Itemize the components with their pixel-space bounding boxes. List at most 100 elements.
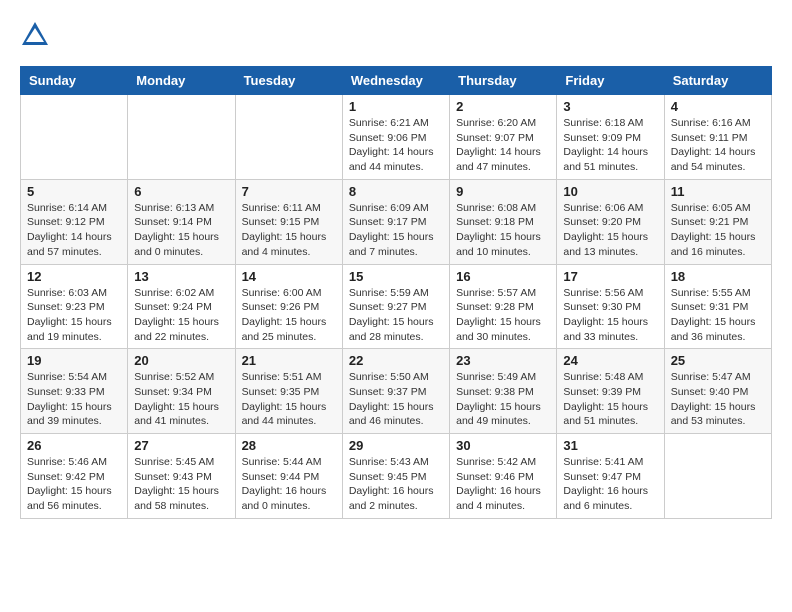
day-number: 15 (349, 269, 443, 284)
day-number: 9 (456, 184, 550, 199)
day-info: Sunrise: 5:44 AMSunset: 9:44 PMDaylight:… (242, 455, 336, 514)
day-info: Sunrise: 5:59 AMSunset: 9:27 PMDaylight:… (349, 286, 443, 345)
day-info: Sunrise: 5:54 AMSunset: 9:33 PMDaylight:… (27, 370, 121, 429)
day-cell (128, 95, 235, 180)
day-cell: 7 Sunrise: 6:11 AMSunset: 9:15 PMDaylight… (235, 179, 342, 264)
day-cell: 13 Sunrise: 6:02 AMSunset: 9:24 PMDayligh… (128, 264, 235, 349)
weekday-header-wednesday: Wednesday (342, 67, 449, 95)
week-row-1: 5 Sunrise: 6:14 AMSunset: 9:12 PMDaylight… (21, 179, 772, 264)
day-number: 31 (563, 438, 657, 453)
day-info: Sunrise: 6:03 AMSunset: 9:23 PMDaylight:… (27, 286, 121, 345)
day-number: 3 (563, 99, 657, 114)
weekday-header-sunday: Sunday (21, 67, 128, 95)
day-number: 18 (671, 269, 765, 284)
day-cell: 10Sunrise: 6:06 AMSunset: 9:20 PMDayligh… (557, 179, 664, 264)
day-cell: 8 Sunrise: 6:09 AMSunset: 9:17 PMDaylight… (342, 179, 449, 264)
day-cell: 5 Sunrise: 6:14 AMSunset: 9:12 PMDaylight… (21, 179, 128, 264)
day-info: Sunrise: 5:45 AMSunset: 9:43 PMDaylight:… (134, 455, 228, 514)
day-info: Sunrise: 6:09 AMSunset: 9:17 PMDaylight:… (349, 201, 443, 260)
weekday-header-monday: Monday (128, 67, 235, 95)
day-number: 16 (456, 269, 550, 284)
day-cell: 9 Sunrise: 6:08 AMSunset: 9:18 PMDaylight… (450, 179, 557, 264)
day-number: 29 (349, 438, 443, 453)
day-cell: 11 Sunrise: 6:05 AMSunset: 9:21 PMDayligh… (664, 179, 771, 264)
day-cell: 2 Sunrise: 6:20 AMSunset: 9:07 PMDaylight… (450, 95, 557, 180)
day-number: 7 (242, 184, 336, 199)
day-number: 13 (134, 269, 228, 284)
day-info: Sunrise: 6:21 AMSunset: 9:06 PMDaylight:… (349, 116, 443, 175)
day-cell: 25Sunrise: 5:47 AMSunset: 9:40 PMDayligh… (664, 349, 771, 434)
day-number: 22 (349, 353, 443, 368)
day-cell: 22Sunrise: 5:50 AMSunset: 9:37 PMDayligh… (342, 349, 449, 434)
day-info: Sunrise: 5:56 AMSunset: 9:30 PMDaylight:… (563, 286, 657, 345)
weekday-header-tuesday: Tuesday (235, 67, 342, 95)
weekday-header-row: SundayMondayTuesdayWednesdayThursdayFrid… (21, 67, 772, 95)
day-cell: 24 Sunrise: 5:48 AMSunset: 9:39 PMDayligh… (557, 349, 664, 434)
day-cell: 21 Sunrise: 5:51 AMSunset: 9:35 PMDayligh… (235, 349, 342, 434)
day-cell: 23 Sunrise: 5:49 AMSunset: 9:38 PMDayligh… (450, 349, 557, 434)
weekday-header-friday: Friday (557, 67, 664, 95)
day-cell: 17 Sunrise: 5:56 AMSunset: 9:30 PMDayligh… (557, 264, 664, 349)
day-info: Sunrise: 6:18 AMSunset: 9:09 PMDaylight:… (563, 116, 657, 175)
day-info: Sunrise: 5:52 AMSunset: 9:34 PMDaylight:… (134, 370, 228, 429)
day-cell (21, 95, 128, 180)
day-number: 8 (349, 184, 443, 199)
day-cell: 20 Sunrise: 5:52 AMSunset: 9:34 PMDayligh… (128, 349, 235, 434)
day-cell: 31 Sunrise: 5:41 AMSunset: 9:47 PMDayligh… (557, 434, 664, 519)
day-number: 17 (563, 269, 657, 284)
week-row-0: 1 Sunrise: 6:21 AMSunset: 9:06 PMDaylight… (21, 95, 772, 180)
day-cell: 19Sunrise: 5:54 AMSunset: 9:33 PMDayligh… (21, 349, 128, 434)
day-cell: 1 Sunrise: 6:21 AMSunset: 9:06 PMDaylight… (342, 95, 449, 180)
day-info: Sunrise: 5:47 AMSunset: 9:40 PMDaylight:… (671, 370, 765, 429)
day-number: 14 (242, 269, 336, 284)
day-number: 6 (134, 184, 228, 199)
day-info: Sunrise: 5:46 AMSunset: 9:42 PMDaylight:… (27, 455, 121, 514)
day-info: Sunrise: 5:48 AMSunset: 9:39 PMDaylight:… (563, 370, 657, 429)
day-info: Sunrise: 6:00 AMSunset: 9:26 PMDaylight:… (242, 286, 336, 345)
day-info: Sunrise: 6:13 AMSunset: 9:14 PMDaylight:… (134, 201, 228, 260)
week-row-2: 12 Sunrise: 6:03 AMSunset: 9:23 PMDayligh… (21, 264, 772, 349)
day-number: 30 (456, 438, 550, 453)
day-cell: 16Sunrise: 5:57 AMSunset: 9:28 PMDayligh… (450, 264, 557, 349)
day-info: Sunrise: 5:42 AMSunset: 9:46 PMDaylight:… (456, 455, 550, 514)
day-number: 28 (242, 438, 336, 453)
day-cell: 14 Sunrise: 6:00 AMSunset: 9:26 PMDayligh… (235, 264, 342, 349)
logo (20, 20, 54, 50)
day-info: Sunrise: 6:11 AMSunset: 9:15 PMDaylight:… (242, 201, 336, 260)
day-number: 2 (456, 99, 550, 114)
day-number: 1 (349, 99, 443, 114)
day-cell: 4Sunrise: 6:16 AMSunset: 9:11 PMDaylight… (664, 95, 771, 180)
day-info: Sunrise: 5:51 AMSunset: 9:35 PMDaylight:… (242, 370, 336, 429)
day-info: Sunrise: 6:08 AMSunset: 9:18 PMDaylight:… (456, 201, 550, 260)
day-info: Sunrise: 5:43 AMSunset: 9:45 PMDaylight:… (349, 455, 443, 514)
day-number: 20 (134, 353, 228, 368)
day-cell (235, 95, 342, 180)
day-number: 5 (27, 184, 121, 199)
day-number: 12 (27, 269, 121, 284)
logo-icon (20, 20, 50, 50)
day-cell: 6 Sunrise: 6:13 AMSunset: 9:14 PMDaylight… (128, 179, 235, 264)
day-info: Sunrise: 6:16 AMSunset: 9:11 PMDaylight:… (671, 116, 765, 175)
day-cell: 28 Sunrise: 5:44 AMSunset: 9:44 PMDayligh… (235, 434, 342, 519)
page-header (20, 20, 772, 50)
calendar-table: SundayMondayTuesdayWednesdayThursdayFrid… (20, 66, 772, 519)
day-cell: 15 Sunrise: 5:59 AMSunset: 9:27 PMDayligh… (342, 264, 449, 349)
day-info: Sunrise: 6:06 AMSunset: 9:20 PMDaylight:… (563, 201, 657, 260)
day-number: 21 (242, 353, 336, 368)
day-number: 24 (563, 353, 657, 368)
day-number: 26 (27, 438, 121, 453)
day-cell: 12 Sunrise: 6:03 AMSunset: 9:23 PMDayligh… (21, 264, 128, 349)
day-number: 27 (134, 438, 228, 453)
day-cell: 26 Sunrise: 5:46 AMSunset: 9:42 PMDayligh… (21, 434, 128, 519)
day-info: Sunrise: 5:55 AMSunset: 9:31 PMDaylight:… (671, 286, 765, 345)
weekday-header-saturday: Saturday (664, 67, 771, 95)
day-number: 23 (456, 353, 550, 368)
day-info: Sunrise: 5:49 AMSunset: 9:38 PMDaylight:… (456, 370, 550, 429)
day-info: Sunrise: 6:02 AMSunset: 9:24 PMDaylight:… (134, 286, 228, 345)
day-number: 11 (671, 184, 765, 199)
day-info: Sunrise: 6:05 AMSunset: 9:21 PMDaylight:… (671, 201, 765, 260)
day-info: Sunrise: 6:14 AMSunset: 9:12 PMDaylight:… (27, 201, 121, 260)
day-info: Sunrise: 5:41 AMSunset: 9:47 PMDaylight:… (563, 455, 657, 514)
day-cell: 27 Sunrise: 5:45 AMSunset: 9:43 PMDayligh… (128, 434, 235, 519)
day-info: Sunrise: 6:20 AMSunset: 9:07 PMDaylight:… (456, 116, 550, 175)
